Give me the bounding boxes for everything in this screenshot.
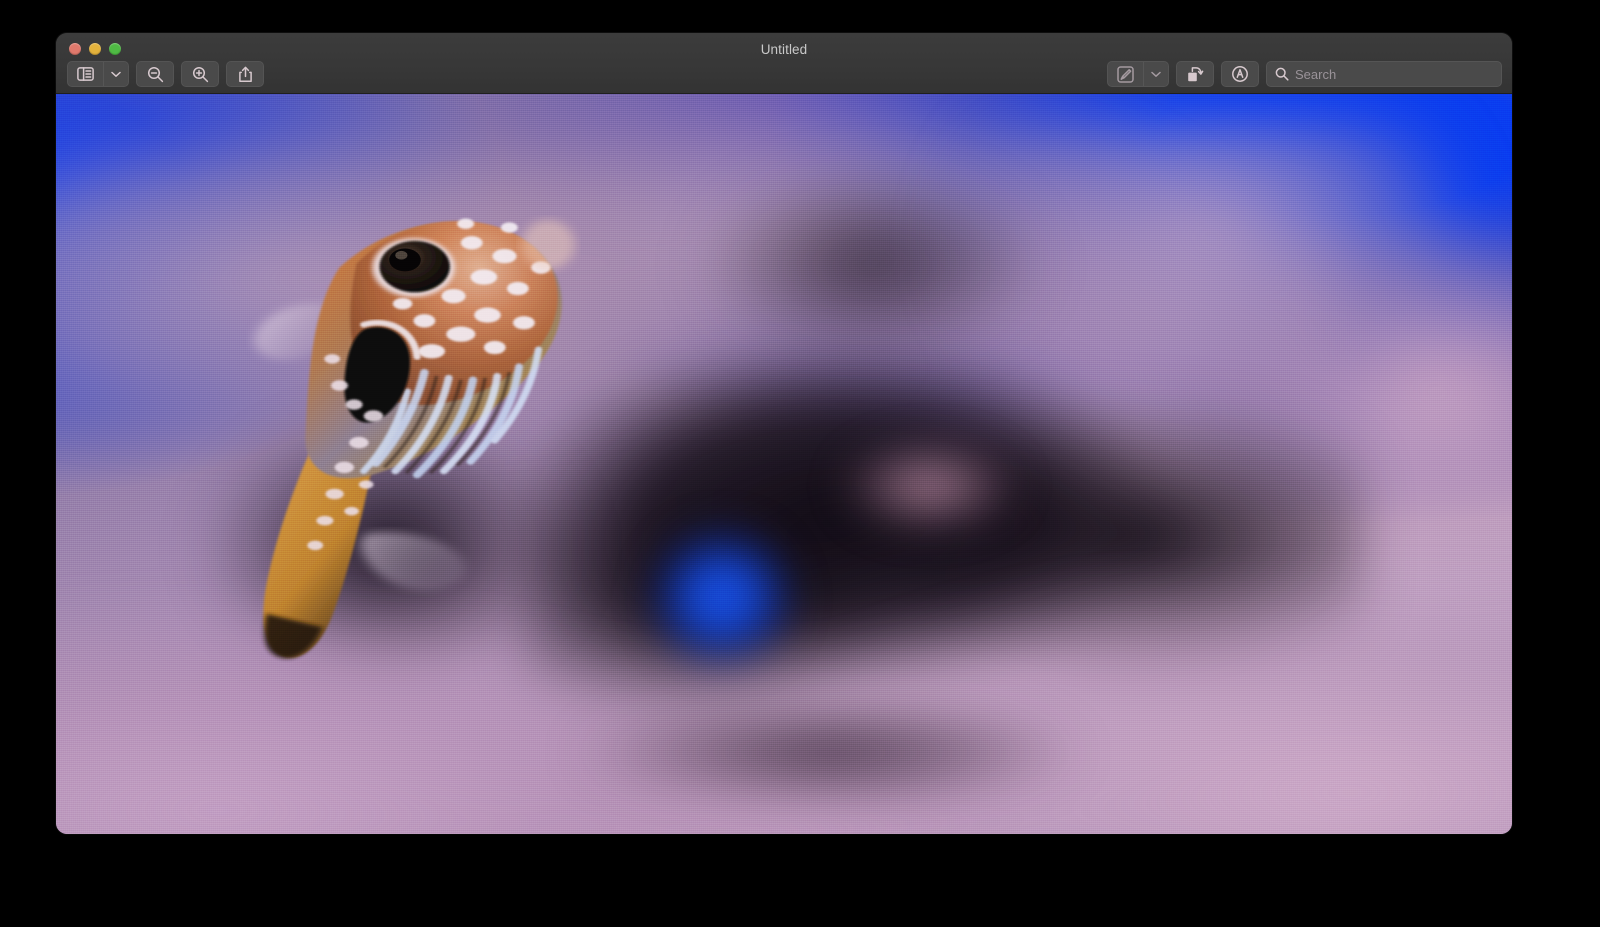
preview-window: Untitled	[56, 33, 1512, 834]
chevron-down-icon	[1151, 71, 1161, 78]
sidebar-icon	[77, 67, 94, 81]
share-button[interactable]	[226, 61, 264, 87]
annotate-icon	[1231, 65, 1249, 83]
zoom-out-icon	[147, 66, 164, 83]
chevron-down-icon	[111, 71, 121, 78]
photo-grain	[56, 94, 1512, 834]
search-placeholder: Search	[1295, 67, 1336, 82]
sidebar-menu-wrap[interactable]	[103, 62, 128, 86]
sidebar-view-button[interactable]	[67, 61, 129, 87]
toolbar-left-group	[67, 61, 264, 87]
rotate-left-icon	[1186, 66, 1204, 83]
window-title: Untitled	[56, 42, 1512, 57]
rotate-left-button[interactable]	[1176, 61, 1214, 87]
markup-icon-wrap[interactable]	[1108, 62, 1143, 86]
screen: Untitled	[0, 0, 1600, 927]
markup-menu-wrap[interactable]	[1143, 62, 1168, 86]
markup-button[interactable]	[1107, 61, 1169, 87]
zoom-in-icon	[192, 66, 209, 83]
sidebar-icon-wrap[interactable]	[68, 62, 103, 86]
search-field[interactable]: Search	[1266, 61, 1502, 87]
zoom-out-button[interactable]	[136, 61, 174, 87]
toolbar-right-group: Search	[1107, 61, 1502, 87]
share-icon	[238, 66, 253, 83]
annotate-button[interactable]	[1221, 61, 1259, 87]
image-canvas[interactable]	[56, 94, 1512, 834]
zoom-in-button[interactable]	[181, 61, 219, 87]
search-icon	[1275, 67, 1289, 81]
markup-pen-icon	[1117, 66, 1134, 83]
window-toolbar: Untitled	[56, 33, 1512, 94]
